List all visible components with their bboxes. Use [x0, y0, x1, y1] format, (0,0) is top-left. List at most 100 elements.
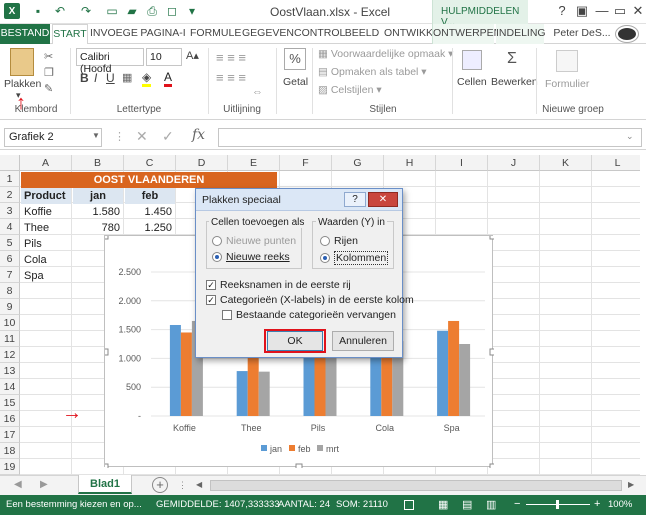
enter-icon[interactable]: ✓: [162, 128, 174, 145]
next-sheet-icon[interactable]: ▶: [40, 479, 48, 490]
column-header-A[interactable]: A: [20, 155, 72, 171]
percent-icon[interactable]: %: [284, 48, 306, 70]
prev-sheet-icon[interactable]: ◀: [14, 479, 22, 490]
select-all-corner[interactable]: [0, 155, 20, 171]
title-cell[interactable]: OOST VLAANDEREN: [21, 172, 277, 188]
column-header-E[interactable]: E: [228, 155, 280, 171]
column-header-C[interactable]: C: [124, 155, 176, 171]
clipboard-icon[interactable]: [10, 48, 34, 76]
row-header-8[interactable]: 8: [0, 283, 20, 299]
cell[interactable]: 780: [73, 220, 123, 236]
insert-function-icon[interactable]: fx: [192, 127, 205, 143]
cell[interactable]: Thee: [21, 220, 71, 236]
font-color-icon[interactable]: A: [164, 70, 173, 87]
formula-options-icon[interactable]: ⋮: [114, 130, 125, 143]
formula-input[interactable]: [218, 128, 642, 147]
column-header-B[interactable]: B: [72, 155, 124, 171]
restore-button[interactable]: ▭: [610, 2, 630, 20]
column-header-L[interactable]: L: [592, 155, 640, 171]
font-name-select[interactable]: Calibri (Hoofd: [76, 48, 144, 75]
save-icon[interactable]: ▪: [30, 3, 46, 19]
rows-radio[interactable]: Rijen: [320, 235, 358, 247]
align-left-icon[interactable]: ≡ ≡ ≡: [216, 70, 246, 85]
sheet-tab-blad1[interactable]: Blad1: [78, 475, 132, 494]
normal-view-icon[interactable]: ▦: [438, 498, 448, 511]
tab-review[interactable]: CONTROL: [294, 24, 345, 44]
ok-button[interactable]: OK: [267, 331, 323, 351]
row-header-9[interactable]: 9: [0, 299, 20, 315]
undo-icon[interactable]: ↶: [52, 3, 68, 19]
row-header-7[interactable]: 7: [0, 267, 20, 283]
cell[interactable]: Product: [21, 188, 71, 204]
tab-file[interactable]: BESTAND: [0, 24, 50, 44]
dialog-title-bar[interactable]: Plakken speciaal ? ✕: [196, 189, 402, 211]
zoom-slider-thumb[interactable]: [556, 500, 559, 509]
tab-chart-format[interactable]: INDELING: [496, 24, 546, 44]
row-header-10[interactable]: 10: [0, 315, 20, 331]
new-points-radio[interactable]: Nieuwe punten: [212, 235, 296, 247]
column-header-F[interactable]: F: [280, 155, 332, 171]
row-header-12[interactable]: 12: [0, 347, 20, 363]
row-header-1[interactable]: 1: [0, 171, 20, 187]
row-header-14[interactable]: 14: [0, 379, 20, 395]
replace-categories-checkbox[interactable]: Bestaande categorieën vervangen: [222, 309, 396, 321]
help-icon[interactable]: ?: [552, 2, 572, 20]
dialog-close-button[interactable]: ✕: [368, 192, 398, 207]
cells-button[interactable]: Cellen: [457, 76, 487, 88]
cell[interactable]: jan: [73, 188, 123, 204]
bold-button[interactable]: B: [80, 71, 89, 85]
number-button[interactable]: Getal: [283, 76, 308, 88]
row-header-19[interactable]: 19: [0, 459, 20, 475]
cell[interactable]: Spa: [21, 268, 71, 284]
cell[interactable]: feb: [125, 188, 175, 204]
cell-styles-button[interactable]: ▨ Celstijlen ▾: [318, 84, 382, 96]
editing-icon[interactable]: Σ: [502, 50, 522, 70]
page-layout-view-icon[interactable]: ▤: [462, 498, 472, 511]
cell[interactable]: Pils: [21, 236, 71, 252]
borders-icon[interactable]: ▦: [122, 71, 132, 84]
categories-checkbox[interactable]: ✓ Categorieën (X-labels) in de eerste kol…: [206, 294, 414, 306]
row-header-18[interactable]: 18: [0, 443, 20, 459]
format-painter-icon[interactable]: ✎: [44, 82, 53, 95]
row-header-3[interactable]: 3: [0, 203, 20, 219]
fill-color-icon[interactable]: ◈: [142, 70, 152, 87]
column-header-K[interactable]: K: [540, 155, 592, 171]
format-as-table-button[interactable]: ▤ Opmaken als tabel ▾: [318, 66, 427, 78]
zoom-in-icon[interactable]: +: [594, 498, 600, 510]
open-folder-icon[interactable]: ▰: [124, 3, 140, 19]
row-header-17[interactable]: 17: [0, 427, 20, 443]
tab-formulas[interactable]: FORMULE: [190, 24, 241, 44]
tab-home[interactable]: START: [52, 24, 88, 45]
cell[interactable]: 1.450: [125, 204, 175, 220]
tab-view[interactable]: BEELD: [342, 24, 382, 44]
cancel-icon[interactable]: ✕: [136, 128, 148, 145]
paste-button[interactable]: Plakken: [4, 78, 41, 90]
close-button[interactable]: ✕: [628, 2, 646, 20]
row-header-2[interactable]: 2: [0, 187, 20, 203]
column-header-D[interactable]: D: [176, 155, 228, 171]
row-header-11[interactable]: 11: [0, 331, 20, 347]
cells-icon[interactable]: [462, 50, 482, 70]
column-header-G[interactable]: G: [332, 155, 384, 171]
zoom-level[interactable]: 100%: [608, 499, 632, 510]
merge-icon[interactable]: ⇔: [252, 86, 263, 98]
column-header-H[interactable]: H: [384, 155, 436, 171]
name-box[interactable]: Grafiek 2: [4, 128, 102, 147]
zoom-out-icon[interactable]: −: [514, 498, 520, 510]
editing-button[interactable]: Bewerken: [491, 76, 538, 88]
cut-icon[interactable]: ✂: [44, 50, 53, 63]
align-top-icon[interactable]: ≡ ≡ ≡: [216, 50, 246, 65]
redo-icon[interactable]: ↷: [78, 3, 94, 19]
avatar[interactable]: [616, 26, 638, 42]
new-series-radio[interactable]: Nieuwe reeks: [212, 251, 290, 263]
cell[interactable]: 1.580: [73, 204, 123, 220]
conditional-format-button[interactable]: ▦ Voorwaardelijke opmaak ▾: [318, 48, 453, 60]
column-header-I[interactable]: I: [436, 155, 488, 171]
expand-formula-icon[interactable]: ⌄: [626, 131, 634, 142]
minimize-button[interactable]: —: [592, 2, 612, 20]
hscroll-left-icon[interactable]: ◀: [196, 480, 206, 489]
row-header-5[interactable]: 5: [0, 235, 20, 251]
series-names-checkbox[interactable]: ✓ Reeksnamen in de eerste rij: [206, 279, 351, 291]
font-size-select[interactable]: 10: [146, 48, 182, 66]
tab-chart-design[interactable]: ONTWERPEN: [432, 24, 501, 44]
